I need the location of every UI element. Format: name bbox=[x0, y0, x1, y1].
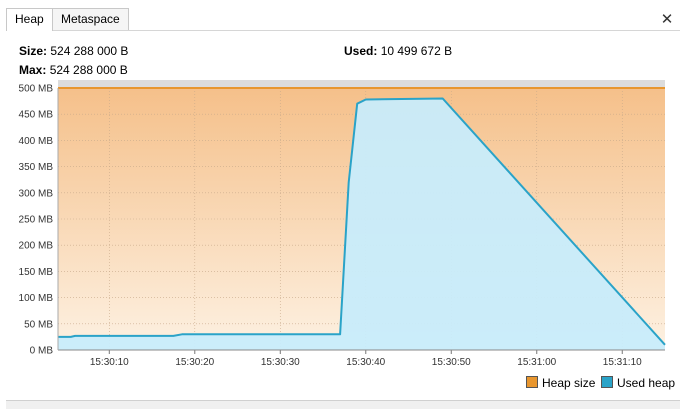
legend-used-heap: Used heap bbox=[601, 376, 675, 390]
legend-used-heap-label: Used heap bbox=[617, 376, 676, 390]
x-tick-label: 15:30:50 bbox=[432, 357, 471, 368]
y-tick-label: 0 MB bbox=[30, 346, 54, 357]
y-tick-label: 350 MB bbox=[19, 162, 54, 173]
legend-heap-size: Heap size bbox=[526, 376, 595, 390]
y-tick-label: 250 MB bbox=[19, 215, 54, 226]
legend-heap-size-label: Heap size bbox=[542, 376, 596, 390]
y-tick-label: 500 MB bbox=[19, 84, 54, 95]
y-tick-label: 150 MB bbox=[19, 267, 54, 278]
used-heap-swatch bbox=[601, 376, 613, 388]
x-tick-label: 15:31:10 bbox=[603, 357, 642, 368]
max-value: 524 288 000 B bbox=[49, 63, 128, 77]
x-tick-label: 15:30:20 bbox=[175, 357, 214, 368]
tab-heap[interactable]: Heap bbox=[6, 8, 53, 31]
tab-bar: Heap Metaspace ✕ bbox=[6, 8, 680, 31]
x-tick-label: 15:30:30 bbox=[261, 357, 300, 368]
y-tick-label: 300 MB bbox=[19, 188, 54, 199]
max-label: Max: bbox=[19, 63, 47, 77]
used-info: Used: 10 499 672 B bbox=[344, 44, 452, 58]
x-tick-label: 15:30:40 bbox=[346, 357, 385, 368]
max-info: Max: 524 288 000 B bbox=[19, 63, 128, 77]
x-tick-label: 15:30:10 bbox=[90, 357, 129, 368]
y-tick-label: 50 MB bbox=[24, 319, 53, 330]
y-tick-label: 450 MB bbox=[19, 110, 54, 121]
used-value: 10 499 672 B bbox=[380, 44, 453, 58]
size-info: Size: 524 288 000 B bbox=[19, 44, 128, 58]
plot-top-margin bbox=[58, 80, 665, 88]
close-icon[interactable]: ✕ bbox=[658, 9, 676, 29]
y-tick-label: 200 MB bbox=[19, 241, 54, 252]
size-value: 524 288 000 B bbox=[50, 44, 129, 58]
x-tick-label: 15:31:00 bbox=[517, 357, 556, 368]
heap-chart: 0 MB 50 MB 100 MB 150 MB 200 MB 250 MB 300 MB 3… bbox=[19, 80, 666, 368]
tab-metaspace[interactable]: Metaspace bbox=[52, 8, 129, 30]
heap-size-swatch bbox=[526, 376, 538, 388]
y-tick-label: 100 MB bbox=[19, 293, 54, 304]
used-label: Used: bbox=[344, 44, 378, 58]
y-tick-label: 400 MB bbox=[19, 136, 54, 147]
size-label: Size: bbox=[19, 44, 48, 58]
